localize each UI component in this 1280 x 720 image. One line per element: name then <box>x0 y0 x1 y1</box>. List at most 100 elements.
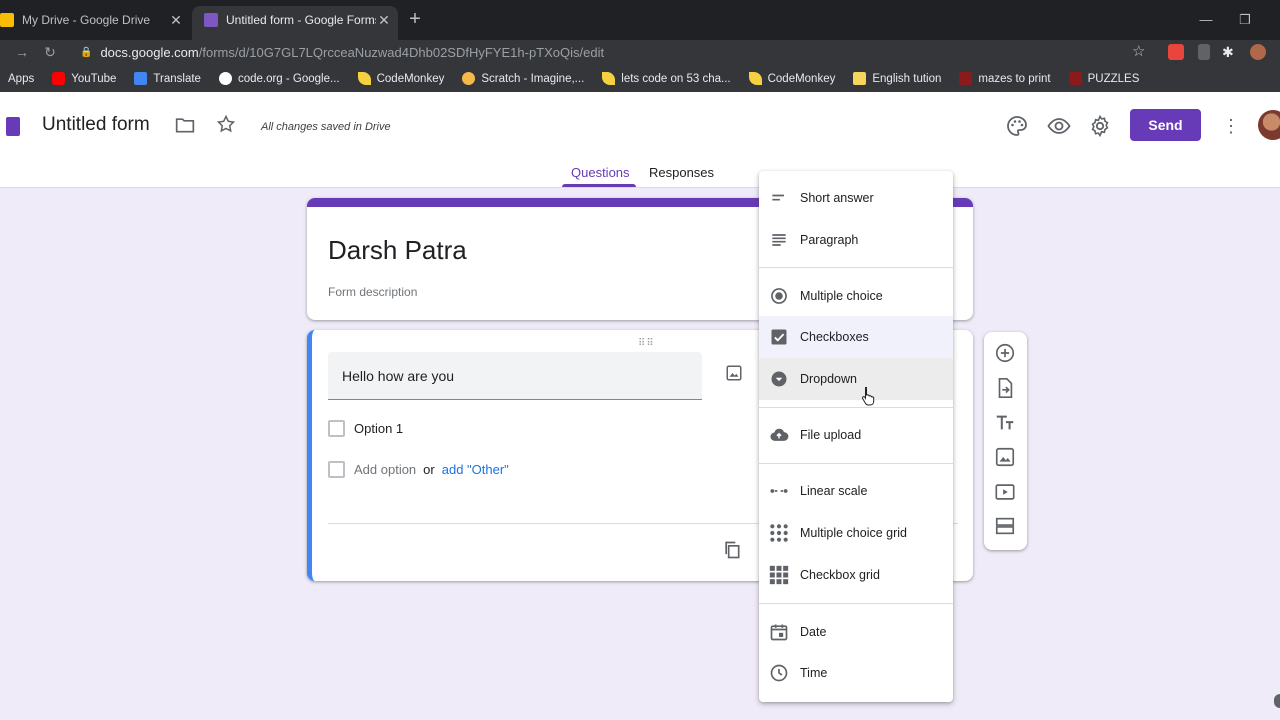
bookmark-scratch[interactable]: Scratch - Imagine,... <box>462 72 584 85</box>
tab-title: Untitled form - Google Forms <box>226 13 376 27</box>
restore-icon[interactable]: ❐ <box>1235 10 1255 30</box>
calendar-icon <box>770 624 788 641</box>
browser-tab-forms[interactable]: Untitled form - Google Forms ✕ <box>192 6 398 40</box>
forms-logo-icon[interactable] <box>6 117 20 136</box>
minimize-icon[interactable]: — <box>1196 10 1216 30</box>
banana-icon <box>748 72 762 85</box>
bookmark-apps[interactable]: Apps <box>8 73 34 85</box>
add-image-icon[interactable] <box>725 364 743 382</box>
add-option-input[interactable]: Add option <box>354 462 416 477</box>
drive-favicon-icon <box>0 13 14 27</box>
menu-item-dropdown[interactable]: Dropdown <box>759 358 953 400</box>
add-title-icon[interactable] <box>994 412 1016 434</box>
extension-doc-icon[interactable] <box>1198 44 1210 60</box>
settings-gear-icon[interactable] <box>1088 114 1112 138</box>
import-questions-icon[interactable] <box>994 377 1016 399</box>
question-type-menu: Short answer Paragraph Multiple choice C… <box>759 171 953 702</box>
add-question-icon[interactable] <box>994 342 1016 364</box>
profile-avatar-icon[interactable] <box>1250 44 1266 60</box>
bookmark-label: PUZZLES <box>1087 72 1140 85</box>
radio-button-icon <box>771 288 787 304</box>
bookmark-label: YouTube <box>71 72 117 85</box>
menu-item-multiple-choice-grid[interactable]: Multiple choice grid <box>759 512 953 554</box>
add-video-icon[interactable] <box>994 481 1016 503</box>
bookmark-puzzles[interactable]: PUZZLES <box>1068 72 1140 85</box>
tab-questions[interactable]: Questions <box>571 165 630 180</box>
folder-icon[interactable] <box>175 116 195 134</box>
tab-responses[interactable]: Responses <box>649 165 714 180</box>
menu-item-label: Short answer <box>800 191 874 205</box>
forward-icon[interactable]: → <box>12 42 32 62</box>
star-icon[interactable] <box>216 114 236 134</box>
menu-divider <box>759 407 953 408</box>
palette-icon[interactable] <box>1005 114 1029 138</box>
menu-item-label: Checkboxes <box>800 330 869 344</box>
preview-eye-icon[interactable] <box>1047 114 1071 138</box>
bookmark-youtube[interactable]: YouTube <box>52 72 116 85</box>
form-description-input[interactable]: Form description <box>328 285 417 299</box>
forms-favicon-icon <box>204 13 218 27</box>
dropdown-icon <box>771 371 787 387</box>
forms-header: Untitled form All changes saved in Drive… <box>0 92 1280 188</box>
add-other-link[interactable]: add "Other" <box>442 462 509 477</box>
add-image-icon[interactable] <box>994 446 1016 468</box>
or-text: or <box>423 462 435 477</box>
active-tab-indicator <box>562 184 636 187</box>
form-heading[interactable]: Darsh Patra <box>328 235 467 266</box>
drag-handle-icon[interactable]: ⠿⠿ <box>638 338 655 349</box>
duplicate-icon[interactable] <box>722 540 742 560</box>
menu-item-label: Multiple choice grid <box>800 526 907 540</box>
add-section-icon[interactable] <box>994 515 1016 537</box>
bookmark-lets-code[interactable]: lets code on 53 cha... <box>602 72 731 85</box>
url-host: docs.google.com <box>100 44 199 60</box>
menu-item-multiple-choice[interactable]: Multiple choice <box>759 275 953 317</box>
menu-divider <box>759 603 953 604</box>
send-button[interactable]: Send <box>1130 109 1201 141</box>
bookmark-code-org[interactable]: code.org - Google... <box>218 72 340 85</box>
banana-icon <box>357 72 371 85</box>
menu-item-linear-scale[interactable]: Linear scale <box>759 470 953 512</box>
menu-item-checkbox-grid[interactable]: Checkbox grid <box>759 554 953 596</box>
menu-item-checkboxes[interactable]: Checkboxes <box>759 316 953 358</box>
option-row: Option 1 <box>328 420 403 437</box>
menu-divider <box>759 267 953 268</box>
banana-icon <box>602 72 616 85</box>
bookmark-translate[interactable]: Translate <box>134 72 201 85</box>
bookmark-mazes[interactable]: mazes to print <box>959 72 1051 85</box>
bookmark-label: Apps <box>8 72 35 85</box>
bookmark-label: lets code on 53 cha... <box>621 72 731 85</box>
extensions-puzzle-icon[interactable]: ✱ <box>1222 44 1238 60</box>
more-options-icon[interactable]: ⋮ <box>1222 114 1240 138</box>
menu-item-time[interactable]: Time <box>759 652 953 694</box>
bookmark-english-tution[interactable]: English tution <box>853 72 941 85</box>
extension-pdf-icon[interactable] <box>1168 44 1184 60</box>
menu-item-date[interactable]: Date <box>759 611 953 653</box>
translate-icon <box>134 72 148 85</box>
save-status: All changes saved in Drive <box>261 121 391 133</box>
close-icon[interactable]: ✕ <box>376 12 392 29</box>
bookmark-codemonkey-2[interactable]: CodeMonkey <box>748 72 835 85</box>
scratch-icon <box>462 72 476 85</box>
menu-item-label: Multiple choice <box>800 289 883 303</box>
bookmark-codemonkey[interactable]: CodeMonkey <box>357 72 444 85</box>
bookmark-star-icon[interactable]: ☆ <box>1132 42 1145 60</box>
avatar[interactable] <box>1258 110 1280 140</box>
tab-title: My Drive - Google Drive <box>22 13 151 27</box>
option-label[interactable]: Option 1 <box>354 421 403 436</box>
bookmark-label: Translate <box>153 72 201 85</box>
menu-item-file-upload[interactable]: File upload <box>759 414 953 456</box>
question-title-input[interactable]: Hello how are you <box>328 352 702 400</box>
new-tab-icon[interactable]: + <box>405 9 425 30</box>
form-title[interactable]: Untitled form <box>42 114 150 136</box>
bookmark-label: English tution <box>872 72 942 85</box>
bookmark-label: mazes to print <box>978 72 1051 85</box>
lock-icon: 🔒 <box>80 46 93 58</box>
menu-divider <box>759 463 953 464</box>
browser-tab-bar: My Drive - Google Drive ✕ Untitled form … <box>0 0 1280 40</box>
close-icon[interactable]: ✕ <box>168 12 184 29</box>
reload-icon[interactable]: ↻ <box>40 42 60 62</box>
menu-item-paragraph[interactable]: Paragraph <box>759 219 953 261</box>
url-input[interactable]: 🔒 docs.google.com /forms/d/10G7GL7LQrcce… <box>70 40 1160 64</box>
menu-item-short-answer[interactable]: Short answer <box>759 177 953 219</box>
browser-tab-drive[interactable]: My Drive - Google Drive ✕ <box>0 6 190 34</box>
